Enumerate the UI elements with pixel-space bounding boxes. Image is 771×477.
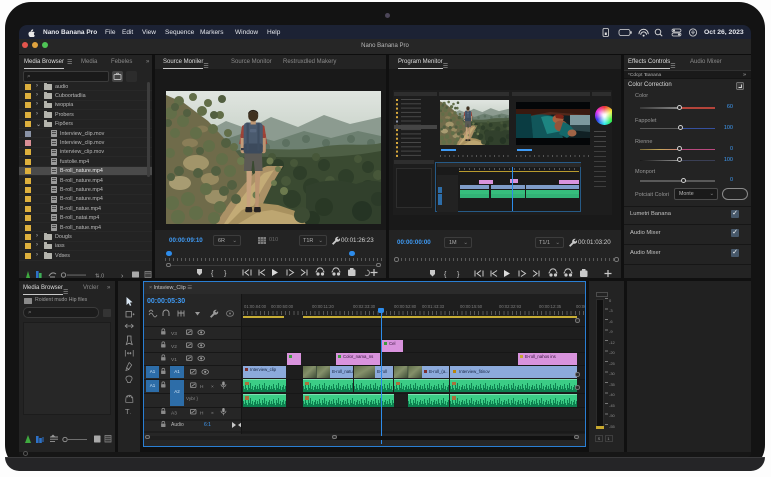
svg-text:V1: V1 xyxy=(171,357,177,363)
svg-text:H: H xyxy=(200,411,204,417)
svg-text:V3: V3 xyxy=(171,331,177,337)
svg-text:⇅.0: ⇅.0 xyxy=(95,274,104,280)
svg-text:H: H xyxy=(200,384,204,390)
svg-text:V2: V2 xyxy=(171,344,177,350)
svg-text:}: } xyxy=(224,271,227,278)
svg-text:×: × xyxy=(211,411,214,417)
svg-text:›: › xyxy=(121,273,124,280)
svg-text:{: { xyxy=(211,271,214,278)
svg-text:A3: A3 xyxy=(171,411,177,417)
svg-text:}: } xyxy=(457,272,460,279)
svg-text:×: × xyxy=(211,384,214,390)
svg-text:{: { xyxy=(444,272,447,279)
